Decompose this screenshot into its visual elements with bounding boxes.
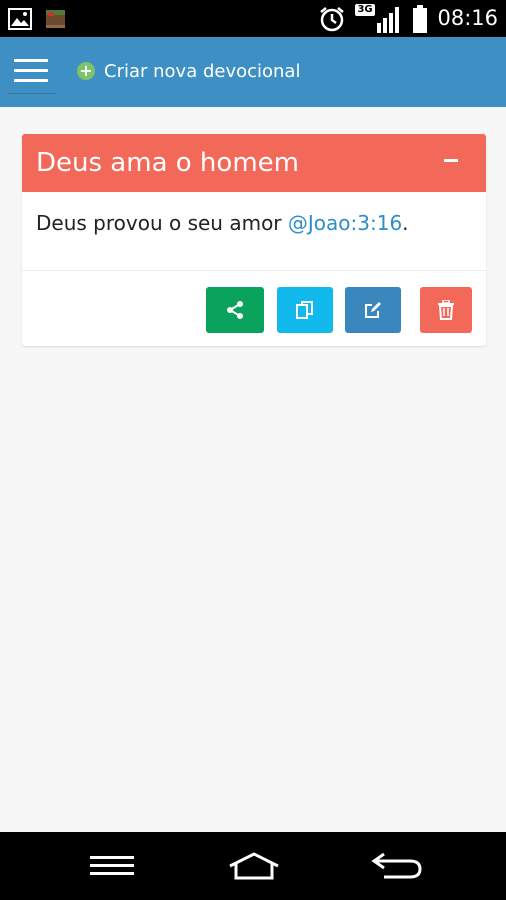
clock: 08:16	[437, 6, 498, 30]
share-icon	[227, 301, 243, 319]
trash-icon	[438, 300, 454, 320]
status-bar: 3G 08:16	[0, 0, 506, 37]
menu-line	[14, 59, 48, 62]
back-icon[interactable]	[370, 846, 424, 886]
devotional-text: Deus provou o seu amor @Joao:3:16.	[36, 208, 409, 238]
share-button[interactable]	[206, 287, 264, 333]
signal-icon: 3G	[355, 4, 403, 33]
edit-icon	[365, 302, 381, 318]
bible-reference-link[interactable]: @Joao:3:16	[288, 211, 402, 235]
image-icon	[8, 8, 32, 30]
home-icon[interactable]	[226, 846, 282, 886]
edit-button[interactable]	[345, 287, 401, 333]
menu-icon[interactable]	[88, 846, 136, 886]
devotional-card-body: Deus provou o seu amor @Joao:3:16.	[22, 192, 486, 271]
alarm-icon	[320, 6, 345, 31]
plus-circle-icon: +	[77, 62, 95, 80]
devotional-text-prefix: Deus provou o seu amor	[36, 211, 288, 235]
delete-button[interactable]	[420, 287, 472, 333]
devotional-actions	[22, 271, 486, 346]
book-app-icon	[46, 10, 65, 28]
menu-line	[14, 69, 48, 72]
hamburger-menu-button[interactable]	[14, 59, 48, 85]
create-devotional-button[interactable]: + Criar nova devocional	[77, 57, 300, 85]
devotional-card-header: Deus ama o homem	[22, 134, 486, 192]
menu-underline	[8, 93, 56, 94]
devotional-text-suffix: .	[402, 211, 409, 235]
menu-line	[14, 79, 48, 82]
devotional-title: Deus ama o homem	[36, 148, 299, 178]
app-bar: + Criar nova devocional	[0, 37, 506, 107]
devotional-card: Deus ama o homem Deus provou o seu amor …	[22, 134, 486, 346]
battery-icon	[413, 4, 428, 33]
system-nav-bar	[0, 832, 506, 900]
copy-button[interactable]	[277, 287, 333, 333]
network-type: 3G	[355, 4, 375, 16]
collapse-button[interactable]	[444, 159, 458, 162]
copy-icon	[296, 301, 313, 319]
create-devotional-label: Criar nova devocional	[104, 60, 301, 82]
